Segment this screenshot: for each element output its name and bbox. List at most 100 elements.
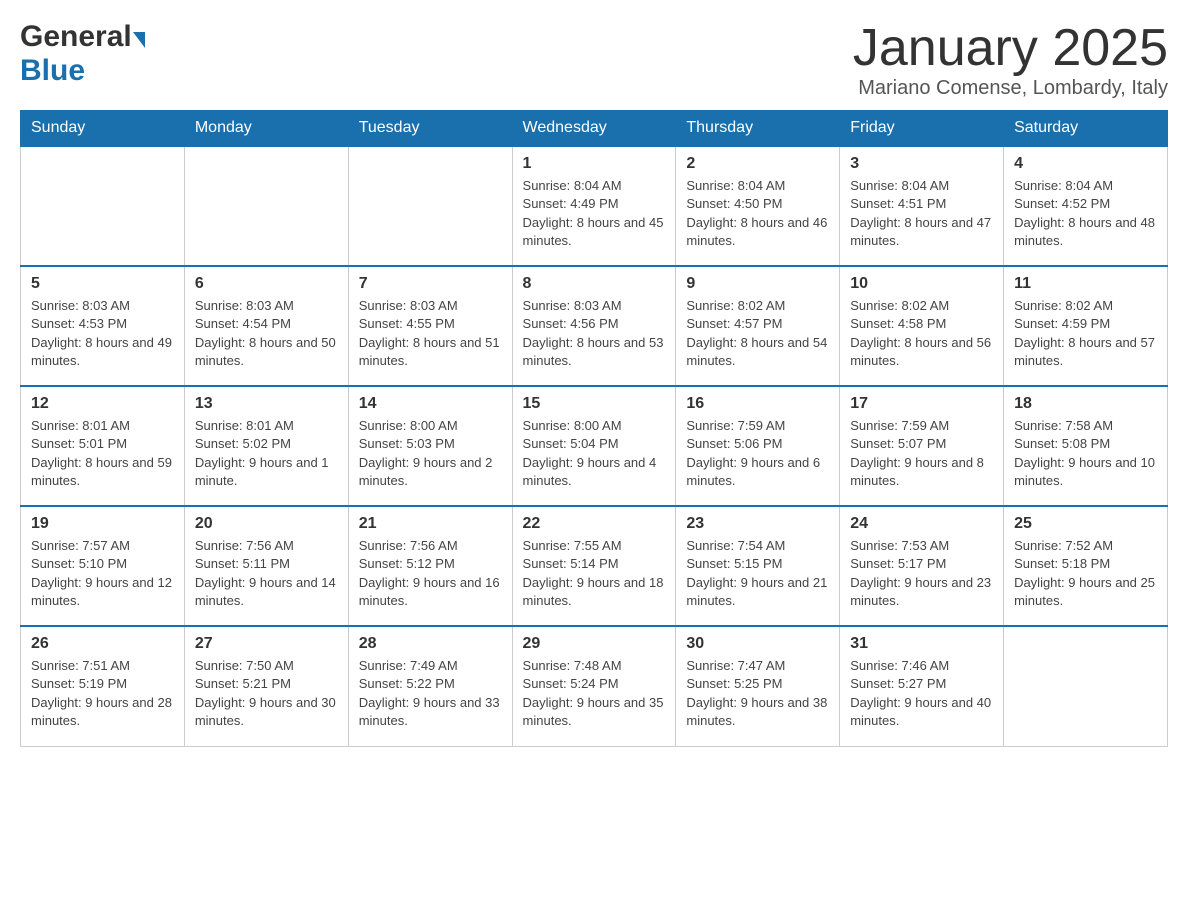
calendar-cell: 12 Sunrise: 8:01 AM Sunset: 5:01 PM Dayli… xyxy=(21,386,185,506)
day-info: Sunrise: 7:56 AM Sunset: 5:12 PM Dayligh… xyxy=(359,537,502,610)
day-number: 3 xyxy=(850,155,993,173)
day-info: Sunrise: 8:03 AM Sunset: 4:53 PM Dayligh… xyxy=(31,297,174,370)
calendar-cell: 18 Sunrise: 7:58 AM Sunset: 5:08 PM Dayli… xyxy=(1004,386,1168,506)
logo-arrow-icon xyxy=(133,32,145,48)
day-number: 4 xyxy=(1014,155,1157,173)
day-number: 19 xyxy=(31,515,174,533)
day-number: 31 xyxy=(850,635,993,653)
calendar-header-row: SundayMondayTuesdayWednesdayThursdayFrid… xyxy=(21,111,1168,147)
month-title: January 2025 xyxy=(853,20,1168,77)
page-header: General Blue January 2025 Mariano Comens… xyxy=(20,20,1168,100)
calendar-cell: 3 Sunrise: 8:04 AM Sunset: 4:51 PM Daylig… xyxy=(840,146,1004,266)
calendar-cell: 30 Sunrise: 7:47 AM Sunset: 5:25 PM Dayli… xyxy=(676,626,840,746)
day-number: 7 xyxy=(359,275,502,293)
day-info: Sunrise: 8:03 AM Sunset: 4:54 PM Dayligh… xyxy=(195,297,338,370)
calendar-cell xyxy=(184,146,348,266)
day-info: Sunrise: 7:58 AM Sunset: 5:08 PM Dayligh… xyxy=(1014,417,1157,490)
day-number: 25 xyxy=(1014,515,1157,533)
day-number: 17 xyxy=(850,395,993,413)
day-number: 29 xyxy=(523,635,666,653)
day-info: Sunrise: 8:00 AM Sunset: 5:04 PM Dayligh… xyxy=(523,417,666,490)
week-row-1: 1 Sunrise: 8:04 AM Sunset: 4:49 PM Daylig… xyxy=(21,146,1168,266)
calendar-cell: 31 Sunrise: 7:46 AM Sunset: 5:27 PM Dayli… xyxy=(840,626,1004,746)
day-info: Sunrise: 7:50 AM Sunset: 5:21 PM Dayligh… xyxy=(195,657,338,730)
header-sunday: Sunday xyxy=(21,111,185,147)
day-number: 23 xyxy=(686,515,829,533)
calendar-cell: 5Sunrise: 8:03 AM Sunset: 4:53 PM Daylig… xyxy=(21,266,185,386)
day-number: 11 xyxy=(1014,275,1157,293)
day-info: Sunrise: 7:48 AM Sunset: 5:24 PM Dayligh… xyxy=(523,657,666,730)
day-number: 16 xyxy=(686,395,829,413)
calendar-cell xyxy=(1004,626,1168,746)
day-info: Sunrise: 7:56 AM Sunset: 5:11 PM Dayligh… xyxy=(195,537,338,610)
day-info: Sunrise: 7:57 AM Sunset: 5:10 PM Dayligh… xyxy=(31,537,174,610)
week-row-2: 5Sunrise: 8:03 AM Sunset: 4:53 PM Daylig… xyxy=(21,266,1168,386)
week-row-3: 12 Sunrise: 8:01 AM Sunset: 5:01 PM Dayli… xyxy=(21,386,1168,506)
day-number: 27 xyxy=(195,635,338,653)
day-info: Sunrise: 7:49 AM Sunset: 5:22 PM Dayligh… xyxy=(359,657,502,730)
calendar-cell: 17 Sunrise: 7:59 AM Sunset: 5:07 PM Dayli… xyxy=(840,386,1004,506)
day-info: Sunrise: 8:04 AM Sunset: 4:51 PM Dayligh… xyxy=(850,177,993,250)
day-number: 20 xyxy=(195,515,338,533)
header-tuesday: Tuesday xyxy=(348,111,512,147)
day-info: Sunrise: 7:51 AM Sunset: 5:19 PM Dayligh… xyxy=(31,657,174,730)
day-number: 10 xyxy=(850,275,993,293)
calendar-cell: 27 Sunrise: 7:50 AM Sunset: 5:21 PM Dayli… xyxy=(184,626,348,746)
day-number: 14 xyxy=(359,395,502,413)
day-info: Sunrise: 8:02 AM Sunset: 4:57 PM Dayligh… xyxy=(686,297,829,370)
logo: General Blue xyxy=(20,20,145,88)
calendar-cell: 11Sunrise: 8:02 AM Sunset: 4:59 PM Dayli… xyxy=(1004,266,1168,386)
location: Mariano Comense, Lombardy, Italy xyxy=(853,77,1168,100)
header-monday: Monday xyxy=(184,111,348,147)
calendar-cell: 1 Sunrise: 8:04 AM Sunset: 4:49 PM Daylig… xyxy=(512,146,676,266)
day-number: 12 xyxy=(31,395,174,413)
calendar-cell: 24Sunrise: 7:53 AM Sunset: 5:17 PM Dayli… xyxy=(840,506,1004,626)
calendar-cell: 13 Sunrise: 8:01 AM Sunset: 5:02 PM Dayli… xyxy=(184,386,348,506)
day-info: Sunrise: 7:52 AM Sunset: 5:18 PM Dayligh… xyxy=(1014,537,1157,610)
logo-blue: Blue xyxy=(20,54,85,87)
calendar-cell xyxy=(21,146,185,266)
calendar-cell: 9Sunrise: 8:02 AM Sunset: 4:57 PM Daylig… xyxy=(676,266,840,386)
day-info: Sunrise: 7:47 AM Sunset: 5:25 PM Dayligh… xyxy=(686,657,829,730)
calendar-cell: 20 Sunrise: 7:56 AM Sunset: 5:11 PM Dayli… xyxy=(184,506,348,626)
day-info: Sunrise: 7:55 AM Sunset: 5:14 PM Dayligh… xyxy=(523,537,666,610)
calendar-table: SundayMondayTuesdayWednesdayThursdayFrid… xyxy=(20,110,1168,747)
title-block: January 2025 Mariano Comense, Lombardy, … xyxy=(853,20,1168,100)
calendar-cell: 2 Sunrise: 8:04 AM Sunset: 4:50 PM Daylig… xyxy=(676,146,840,266)
day-number: 1 xyxy=(523,155,666,173)
calendar-cell: 4 Sunrise: 8:04 AM Sunset: 4:52 PM Daylig… xyxy=(1004,146,1168,266)
calendar-cell: 19 Sunrise: 7:57 AM Sunset: 5:10 PM Dayli… xyxy=(21,506,185,626)
day-number: 24 xyxy=(850,515,993,533)
header-saturday: Saturday xyxy=(1004,111,1168,147)
day-number: 30 xyxy=(686,635,829,653)
calendar-cell: 15Sunrise: 8:00 AM Sunset: 5:04 PM Dayli… xyxy=(512,386,676,506)
day-info: Sunrise: 7:54 AM Sunset: 5:15 PM Dayligh… xyxy=(686,537,829,610)
day-info: Sunrise: 8:04 AM Sunset: 4:50 PM Dayligh… xyxy=(686,177,829,250)
day-info: Sunrise: 8:03 AM Sunset: 4:56 PM Dayligh… xyxy=(523,297,666,370)
header-friday: Friday xyxy=(840,111,1004,147)
day-info: Sunrise: 8:01 AM Sunset: 5:02 PM Dayligh… xyxy=(195,417,338,490)
day-info: Sunrise: 8:01 AM Sunset: 5:01 PM Dayligh… xyxy=(31,417,174,490)
week-row-5: 26 Sunrise: 7:51 AM Sunset: 5:19 PM Dayli… xyxy=(21,626,1168,746)
day-number: 26 xyxy=(31,635,174,653)
day-info: Sunrise: 8:03 AM Sunset: 4:55 PM Dayligh… xyxy=(359,297,502,370)
calendar-cell: 22Sunrise: 7:55 AM Sunset: 5:14 PM Dayli… xyxy=(512,506,676,626)
header-thursday: Thursday xyxy=(676,111,840,147)
day-info: Sunrise: 8:04 AM Sunset: 4:49 PM Dayligh… xyxy=(523,177,666,250)
day-info: Sunrise: 7:46 AM Sunset: 5:27 PM Dayligh… xyxy=(850,657,993,730)
day-info: Sunrise: 8:04 AM Sunset: 4:52 PM Dayligh… xyxy=(1014,177,1157,250)
day-number: 18 xyxy=(1014,395,1157,413)
day-number: 6 xyxy=(195,275,338,293)
day-number: 8 xyxy=(523,275,666,293)
calendar-cell: 7 Sunrise: 8:03 AM Sunset: 4:55 PM Daylig… xyxy=(348,266,512,386)
day-info: Sunrise: 7:59 AM Sunset: 5:07 PM Dayligh… xyxy=(850,417,993,490)
calendar-cell: 29 Sunrise: 7:48 AM Sunset: 5:24 PM Dayli… xyxy=(512,626,676,746)
day-number: 2 xyxy=(686,155,829,173)
calendar-cell: 25 Sunrise: 7:52 AM Sunset: 5:18 PM Dayli… xyxy=(1004,506,1168,626)
calendar-cell: 8 Sunrise: 8:03 AM Sunset: 4:56 PM Daylig… xyxy=(512,266,676,386)
calendar-cell xyxy=(348,146,512,266)
calendar-cell: 21Sunrise: 7:56 AM Sunset: 5:12 PM Dayli… xyxy=(348,506,512,626)
calendar-cell: 26 Sunrise: 7:51 AM Sunset: 5:19 PM Dayli… xyxy=(21,626,185,746)
day-number: 13 xyxy=(195,395,338,413)
day-info: Sunrise: 8:02 AM Sunset: 4:58 PM Dayligh… xyxy=(850,297,993,370)
